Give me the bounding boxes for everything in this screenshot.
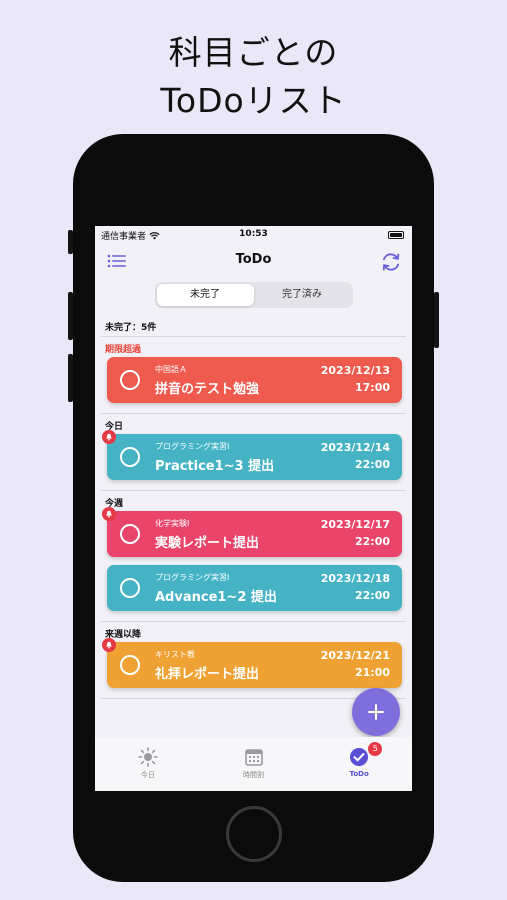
task-due-time: 21:00 (354, 666, 390, 679)
reminder-bell-icon (102, 638, 116, 652)
status-time: 10:53 (239, 229, 268, 239)
calendar-icon (244, 749, 263, 766)
add-task-button[interactable] (352, 688, 400, 736)
complete-checkbox[interactable] (120, 578, 140, 598)
incomplete-count: 未完了：5件 (105, 323, 157, 333)
headline-line-2: ToDoリスト (160, 81, 347, 120)
mute-switch (68, 230, 73, 254)
segment-completed[interactable]: 完了済み (254, 284, 351, 306)
check-circle-icon (350, 748, 369, 766)
task-due-time: 17:00 (354, 381, 390, 394)
task-title: 拼音のテスト勉強 (155, 382, 260, 397)
tab-today[interactable]: 今日 (95, 737, 201, 791)
tab-timetable[interactable]: 時間割 (201, 737, 307, 791)
complete-checkbox[interactable] (120, 655, 140, 675)
plus-icon (368, 704, 384, 720)
task-due-time: 22:00 (354, 589, 390, 602)
task-subject: キリスト教 (155, 650, 195, 659)
tab-bar: 今日 時間割 5 ToDo (95, 737, 412, 791)
segment-incomplete[interactable]: 未完了 (156, 284, 254, 306)
task-due-date: 2023/12/18 (320, 572, 390, 585)
reminder-bell-icon (102, 430, 116, 444)
task-due-date: 2023/12/13 (320, 364, 390, 377)
tab-label: 今日 (140, 771, 155, 779)
task-due-date: 2023/12/21 (320, 649, 390, 662)
section-label-overdue: 期限超過 (105, 345, 142, 355)
task-due-date: 2023/12/17 (320, 518, 390, 531)
battery-icon (388, 231, 404, 239)
task-title: 実験レポート提出 (155, 536, 260, 551)
divider (101, 336, 406, 337)
task-title: 礼拝レポート提出 (155, 667, 260, 682)
nav-bar: ToDo (95, 244, 412, 278)
task-card[interactable]: 化学実験Ⅰ 実験レポート提出 2023/12/17 22:00 (102, 507, 402, 557)
refresh-icon[interactable] (380, 251, 402, 273)
divider (101, 490, 406, 491)
headline-line-1: 科目ごとの (168, 33, 339, 72)
status-bar: 通信事業者 10:53 (95, 226, 412, 244)
task-due-time: 22:00 (354, 458, 390, 471)
task-title: Practice1~3 提出 (155, 459, 275, 474)
task-card[interactable]: キリスト教 礼拝レポート提出 2023/12/21 21:00 (102, 638, 402, 688)
complete-checkbox[interactable] (120, 447, 140, 467)
task-card[interactable]: 中国語Ａ 拼音のテスト勉強 2023/12/13 17:00 (107, 357, 402, 403)
status-segmented-control: 未完了 完了済み (154, 282, 353, 308)
power-button (434, 292, 439, 348)
divider (101, 413, 406, 414)
section-label-this-week: 今週 (105, 499, 124, 509)
task-subject: 化学実験Ⅰ (155, 519, 190, 528)
todo-count-badge: 5 (368, 742, 383, 756)
page-title: ToDo (235, 252, 272, 267)
phone-frame: 通信事業者 10:53 ToDo 未完了 完了済み 未完了：5件 期限超過 中国… (68, 134, 439, 882)
section-label-next-week-onward: 来週以降 (105, 630, 142, 640)
divider (101, 621, 406, 622)
task-subject: 中国語Ａ (155, 365, 187, 374)
home-button[interactable] (226, 806, 282, 862)
task-card[interactable]: プログラミング実習Ⅰ Advance1~2 提出 2023/12/18 22:0… (107, 565, 402, 611)
task-card[interactable]: プログラミング実習Ⅰ Practice1~3 提出 2023/12/14 22:… (102, 430, 402, 480)
section-label-today: 今日 (105, 422, 124, 432)
app-screen: 通信事業者 10:53 ToDo 未完了 完了済み 未完了：5件 期限超過 中国… (95, 226, 412, 791)
task-subject: プログラミング実習Ⅰ (155, 573, 230, 582)
task-title: Advance1~2 提出 (155, 590, 277, 605)
task-due-time: 22:00 (354, 535, 390, 548)
reminder-bell-icon (102, 507, 116, 521)
volume-down-button (68, 354, 73, 402)
tab-label: 時間割 (243, 771, 264, 779)
volume-up-button (68, 292, 73, 340)
task-subject: プログラミング実習Ⅰ (155, 442, 230, 451)
tab-label: ToDo (349, 770, 369, 778)
tab-todo[interactable]: 5 ToDo (306, 737, 412, 791)
sun-icon (138, 747, 158, 767)
complete-checkbox[interactable] (120, 370, 140, 390)
task-due-date: 2023/12/14 (320, 441, 390, 454)
complete-checkbox[interactable] (120, 524, 140, 544)
